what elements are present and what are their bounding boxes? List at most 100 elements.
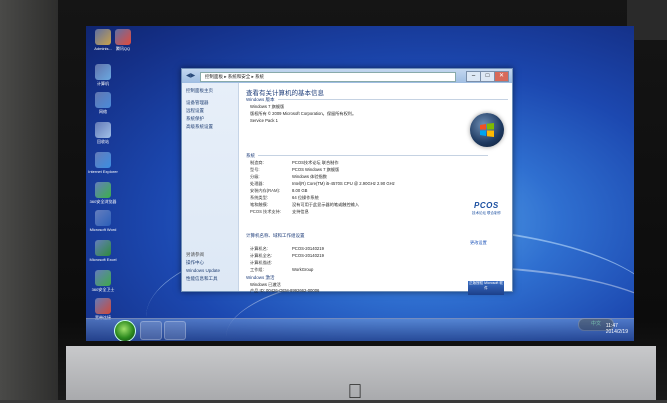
pcos-subtitle: 技术论坛 联合制作 <box>472 211 501 215</box>
sidebar-item-performance[interactable]: 性能信息和工具 <box>182 275 238 283</box>
row-key: 制造商: <box>250 160 264 165</box>
row-key: 计算机名: <box>250 246 268 251</box>
activation-section-header: Windows 激活 <box>246 275 275 281</box>
desktop-icon-label: Internet Explorer <box>88 169 118 174</box>
row-key: PCOS 技术支持: <box>250 209 281 214</box>
shield-icon <box>95 270 111 286</box>
row-value: 64 位操作系统 <box>292 195 319 200</box>
desktop-icon-network[interactable]: 网络 <box>86 92 120 114</box>
divider <box>258 155 488 157</box>
sidebar-home-link[interactable]: 控制面板主页 <box>182 87 238 95</box>
back-forward-icon[interactable]: ◀▶ <box>186 72 196 80</box>
change-settings-link[interactable]: 更改设置 <box>470 240 487 246</box>
system-info-row: 系统类型: 64 位操作系统 <box>250 195 319 201</box>
sidebar-item-remote[interactable]: 远程设置 <box>182 107 238 115</box>
desktop-icon-label: 360安全卫士 <box>91 287 115 292</box>
windows-flag-icon <box>480 123 494 137</box>
maximize-button[interactable]: □ <box>480 71 495 82</box>
system-info-row: 型号: PCOS Windows 7 旗舰版 <box>250 167 339 173</box>
row-value: 8.00 GB <box>292 188 308 193</box>
row-value: 没有可用于此显示器的笔或触控输入 <box>292 202 360 207</box>
desktop-icon-label: Microsoft Word <box>89 227 117 232</box>
desktop-icon-broadband[interactable]: 宽带连接 <box>86 298 120 320</box>
sidebar-item-action-center[interactable]: 操作中心 <box>182 259 238 267</box>
row-value: WorkGroup <box>292 267 314 272</box>
system-info-row: 笔和触摸: 没有可用于此显示器的笔或触控输入 <box>250 202 359 208</box>
row-value: PCOS-20140219 <box>292 246 324 251</box>
network-icon <box>95 92 111 108</box>
divider <box>277 99 508 101</box>
system-info-row: PCOS 技术支持: 支持信息 <box>250 209 309 215</box>
desktop-icon-360-safe[interactable]: 360安全卫士 <box>86 270 120 292</box>
computer-info-row: 计算机全名: PCOS-20140219 <box>250 253 324 259</box>
section-label: Windows 激活 <box>246 275 275 280</box>
taskbar-ie-button[interactable] <box>140 321 162 340</box>
row-value: PCOS-20140219 <box>292 253 324 258</box>
row-key: 型号: <box>250 167 260 172</box>
row-value[interactable]: 支持信息 <box>292 209 309 214</box>
edition-value: Windows 7 旗舰版 <box>250 104 285 109</box>
system-info-row: 分级: Windows 体验指数 <box>250 174 327 180</box>
computer-info-row: 计算机名: PCOS-20140219 <box>250 246 324 252</box>
row-key: 计算机全名: <box>250 253 273 258</box>
service-pack-text: Service Pack 1 <box>250 118 278 123</box>
section-label: Windows 版本 <box>246 97 275 102</box>
desktop-icon-360-browser[interactable]: 360安全浏览器 <box>86 182 120 204</box>
desktop-icon-label: 网络 <box>99 109 107 114</box>
wall-background <box>0 0 62 400</box>
system-info-row: 制造商: PCOS技术论坛 联合制作 <box>250 160 339 166</box>
computer-info-row: 计算机描述: <box>250 260 292 266</box>
desktop-icon-word[interactable]: Microsoft Word <box>86 210 120 232</box>
computer-info-row: 工作组: WorkGroup <box>250 267 313 273</box>
page-title: 查看有关计算机的基本信息 <box>246 90 324 97</box>
see-also-title: 另请参阅 <box>186 252 204 257</box>
desktop-icon-label: 回收站 <box>97 139 109 144</box>
computer-section-header: 计算机名称、域和工作组设置 <box>246 233 305 239</box>
section-label: 计算机名称、域和工作组设置 <box>246 233 305 238</box>
row-value: Intel(R) Core(TM) i5-4570S CPU @ 2.90GHz… <box>292 181 395 186</box>
system-section-header: 系统 <box>246 153 488 159</box>
system-info-row: 处理器: Intel(R) Core(TM) i5-4570S CPU @ 2.9… <box>250 181 395 187</box>
start-orb-button[interactable] <box>114 320 136 341</box>
minimize-button[interactable]: – <box>466 71 481 82</box>
desktop-icon-recycle-bin[interactable]: 回收站 <box>86 122 120 144</box>
excel-icon <box>95 240 111 256</box>
system-info-panel: 查看有关计算机的基本信息 Windows 版本 Windows 7 旗舰版 版权… <box>242 83 510 295</box>
recycle-bin-icon <box>95 122 111 138</box>
desktop-icon-label: 腾讯QQ <box>115 46 131 51</box>
desktop-icon-qq[interactable]: 腾讯QQ <box>106 29 140 51</box>
desktop-icon-ie[interactable]: Internet Explorer <box>86 152 120 174</box>
row-key: 工作组: <box>250 267 264 272</box>
section-label: 系统 <box>246 153 255 158</box>
sidebar-item-windows-update[interactable]: Windows Update <box>182 267 238 275</box>
internet-explorer-icon <box>95 152 111 168</box>
close-button[interactable]: ✕ <box>494 71 509 82</box>
pcos-logo: PCOS <box>474 201 499 210</box>
product-id: 产品 ID: 00426-OEM-8992662-00006 <box>250 288 320 293</box>
row-value: Windows 体验指数 <box>292 174 327 179</box>
sidebar-item-device-manager[interactable]: 设备管理器 <box>182 99 238 107</box>
taskbar: 11:47 2014/2/19 <box>86 318 634 341</box>
system-info-row: 安装内存(RAM): 8.00 GB <box>250 188 307 194</box>
taskbar-explorer-button[interactable] <box>164 321 186 340</box>
desktop-icon-excel[interactable]: Microsoft Excel <box>86 240 120 262</box>
desktop-icon-computer[interactable]: 计算机 <box>86 64 120 86</box>
row-key: 笔和触摸: <box>250 202 268 207</box>
row-key: 处理器: <box>250 181 264 186</box>
sidebar-item-advanced[interactable]: 高级系统设置 <box>182 123 238 131</box>
broadband-connection-icon <box>95 298 111 314</box>
desktop-screen: Adminis... 腾讯QQ 计算机 网络 回收站 Internet Expl… <box>86 26 634 341</box>
address-bar[interactable]: 控制面板 ▸ 系统和安全 ▸ 系统 <box>200 72 456 82</box>
row-value: PCOS技术论坛 联合制作 <box>292 160 339 165</box>
row-value: PCOS Windows 7 旗舰版 <box>292 167 340 172</box>
row-key: 系统类型: <box>250 195 268 200</box>
sidebar-item-protection[interactable]: 系统保护 <box>182 115 238 123</box>
qq-penguin-icon <box>115 29 131 45</box>
tray-date: 2014/2/19 <box>605 329 628 335</box>
system-tray-clock[interactable]: 11:47 2014/2/19 <box>606 323 628 335</box>
browser-icon <box>95 182 111 198</box>
desktop-icon-label: Microsoft Excel <box>89 257 117 262</box>
row-key: 安装内存(RAM): <box>250 188 281 193</box>
genuine-microsoft-badge[interactable]: 正版授权 Microsoft 软件 <box>468 281 504 295</box>
computer-icon <box>95 64 111 80</box>
